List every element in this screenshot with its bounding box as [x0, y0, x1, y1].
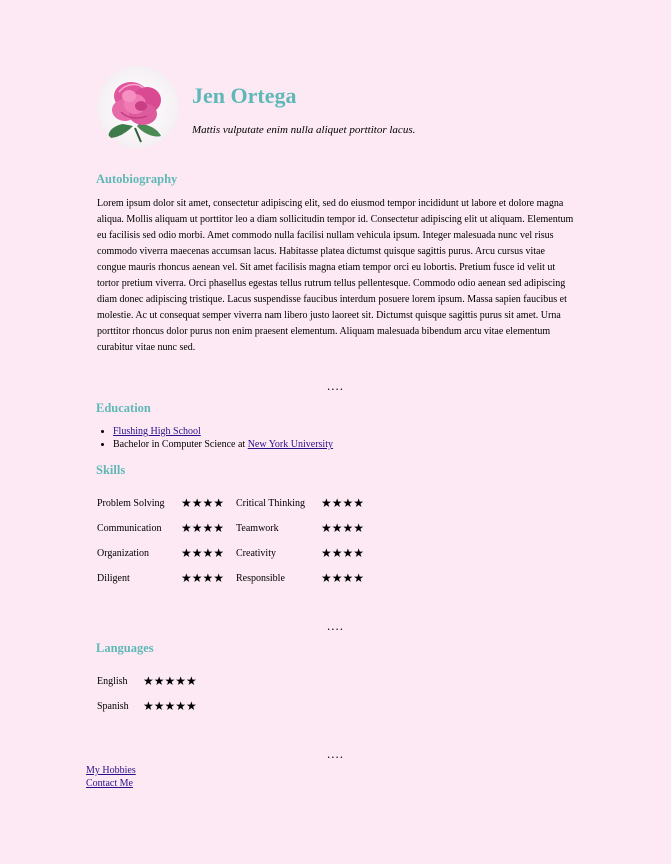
education-item: Bachelor in Computer Science at New York… [113, 438, 333, 451]
peony-flower-image [108, 82, 161, 143]
skill-label: Communication [97, 523, 162, 534]
nyu-link[interactable]: New York University [248, 439, 333, 450]
skills-row: Communication ★★★★ Teamwork ★★★★ [96, 516, 381, 541]
skill-label: Responsible [236, 573, 285, 584]
profile-tagline: Mattis vulputate enim nulla aliquet port… [192, 124, 416, 136]
skill-stars: ★★★★ [321, 546, 365, 560]
skills-table: Problem Solving ★★★★ Critical Thinking ★… [96, 491, 381, 591]
contact-me-link[interactable]: Contact Me [86, 777, 136, 790]
language-label: English [97, 676, 128, 687]
skill-label: Diligent [97, 573, 130, 584]
skill-label: Creativity [236, 548, 276, 559]
flushing-high-school-link[interactable]: Flushing High School [113, 426, 201, 437]
education-heading: Education [96, 401, 151, 415]
section-divider: .... [327, 378, 344, 393]
my-hobbies-link[interactable]: My Hobbies [86, 764, 136, 777]
skill-label: Critical Thinking [236, 498, 305, 509]
avatar [97, 66, 179, 148]
languages-heading: Languages [96, 641, 154, 655]
footer-links: My Hobbies Contact Me [86, 764, 136, 790]
language-stars: ★★★★★ [143, 674, 197, 688]
skill-stars: ★★★★ [181, 496, 225, 510]
profile-header: Jen Ortega Mattis vulputate enim nulla a… [97, 64, 577, 150]
skill-stars: ★★★★ [181, 521, 225, 535]
skill-label: Organization [97, 548, 150, 559]
language-row: Spanish ★★★★★ [96, 694, 197, 719]
profile-name: Jen Ortega [192, 83, 297, 108]
education-item: Flushing High School [113, 425, 333, 438]
skill-stars: ★★★★ [321, 496, 365, 510]
section-divider: .... [327, 618, 344, 633]
skill-stars: ★★★★ [321, 521, 365, 535]
skill-label: Problem Solving [97, 498, 165, 509]
skill-stars: ★★★★ [181, 571, 225, 585]
languages-table: English ★★★★★ Spanish ★★★★★ [96, 669, 197, 719]
skills-row: Organization ★★★★ Creativity ★★★★ [96, 541, 381, 566]
skills-row: Problem Solving ★★★★ Critical Thinking ★… [96, 491, 381, 516]
degree-text: Bachelor in Computer Science at [113, 439, 248, 450]
section-divider: .... [327, 746, 344, 761]
education-list: Flushing High School Bachelor in Compute… [97, 425, 333, 451]
skill-label: Teamwork [236, 523, 279, 534]
language-stars: ★★★★★ [143, 699, 197, 713]
language-row: English ★★★★★ [96, 669, 197, 694]
skills-row: Diligent ★★★★ Responsible ★★★★ [96, 566, 381, 591]
autobiography-text: Lorem ipsum dolor sit amet, consectetur … [97, 198, 574, 353]
autobiography-heading: Autobiography [96, 172, 178, 186]
skill-stars: ★★★★ [181, 546, 225, 560]
skills-heading: Skills [96, 463, 126, 477]
language-label: Spanish [97, 701, 129, 712]
resume-page: Jen Ortega Mattis vulputate enim nulla a… [0, 0, 671, 864]
skill-stars: ★★★★ [321, 571, 365, 585]
